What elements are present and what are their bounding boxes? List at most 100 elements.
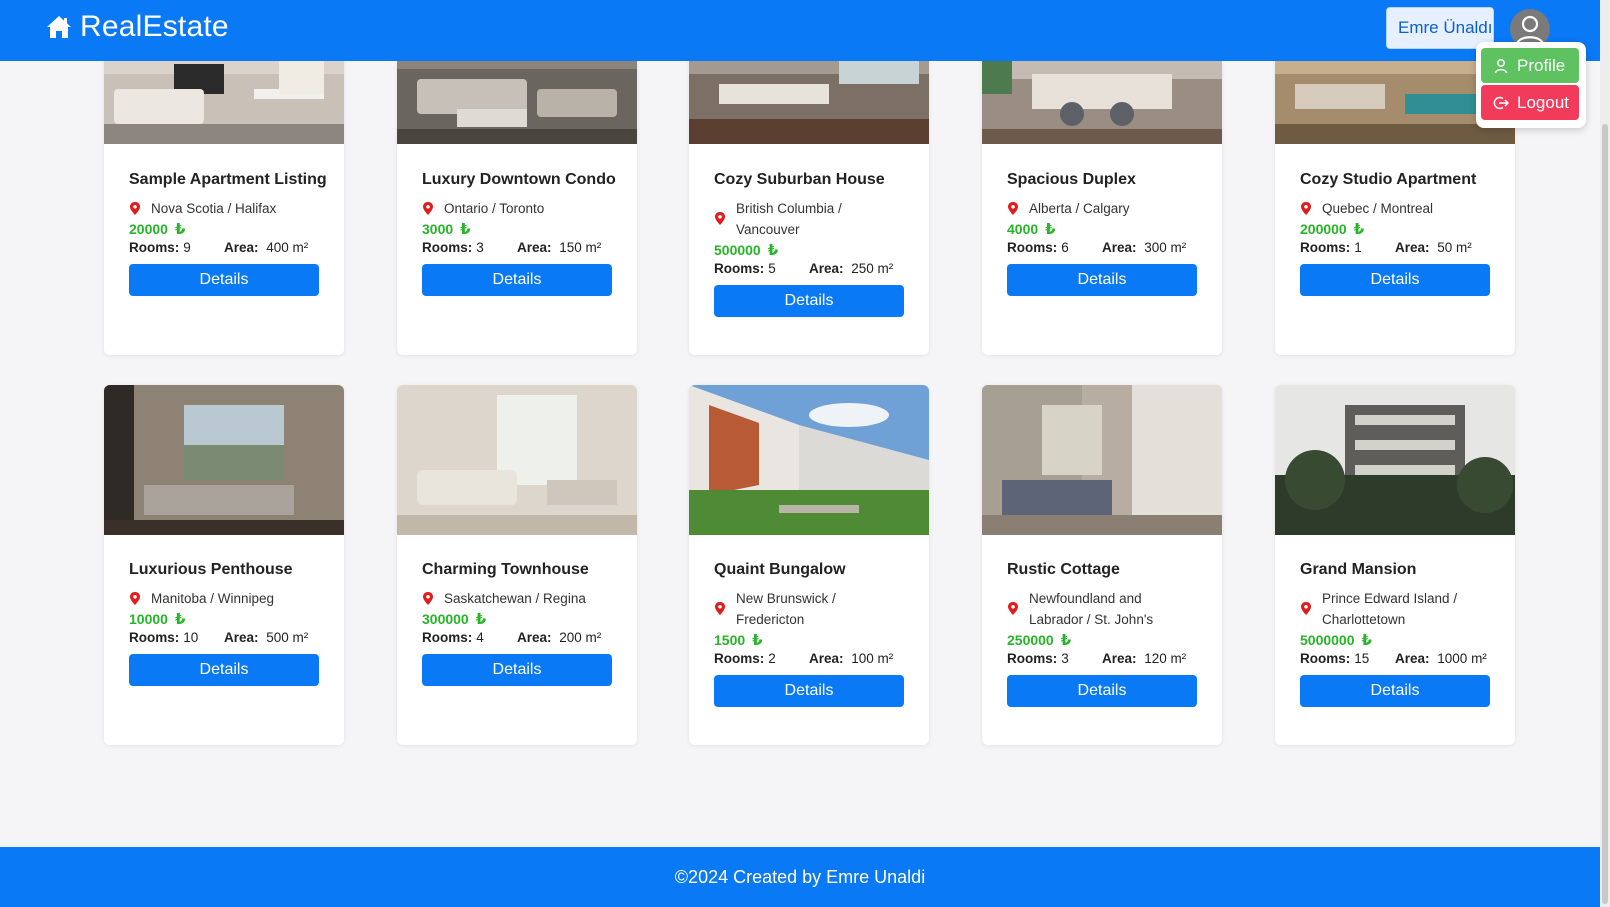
scrollbar-thumb[interactable] <box>1602 124 1608 904</box>
details-button[interactable]: Details <box>1300 264 1490 296</box>
profile-label: Profile <box>1517 55 1566 75</box>
lira-icon: ₺ <box>752 632 763 649</box>
listing-meta: Rooms: 3 Area: 120 m² <box>1007 651 1198 666</box>
rooms-value: 4 <box>476 630 484 645</box>
listing-meta: Rooms: 10 Area: 500 m² <box>129 630 320 645</box>
footer: ©2024 Created by Emre Unaldi <box>0 847 1600 907</box>
rooms-value: 9 <box>183 240 191 255</box>
area-label: Area: <box>1395 240 1430 255</box>
location-text: Ontario / Toronto <box>444 201 545 216</box>
rooms-label: Rooms: <box>714 261 765 276</box>
listing-price: 500000 ₺ <box>714 241 905 259</box>
details-button[interactable]: Details <box>422 264 612 296</box>
brand-name: RealEstate <box>80 10 229 43</box>
listing-price: 5000000 ₺ <box>1300 631 1491 649</box>
rooms-label: Rooms: <box>422 240 473 255</box>
listing-photo <box>397 385 637 535</box>
listing-photo <box>689 385 929 535</box>
price-value: 5000000 <box>1300 632 1355 648</box>
area-label: Area: <box>1102 651 1137 666</box>
rooms-label: Rooms: <box>1300 240 1351 255</box>
area-label: Area: <box>1395 651 1430 666</box>
rooms-label: Rooms: <box>1300 651 1351 666</box>
area-label: Area: <box>1102 240 1137 255</box>
details-button[interactable]: Details <box>714 675 904 707</box>
area-value: 100 m² <box>851 651 894 666</box>
listing-card: Charming Townhouse Saskatchewan / Regina… <box>397 385 637 745</box>
location-text: Alberta / Calgary <box>1029 201 1130 216</box>
price-value: 20000 <box>129 221 168 237</box>
listing-price: 300000 ₺ <box>422 610 613 628</box>
lira-icon: ₺ <box>1353 221 1365 238</box>
listing-meta: Rooms: 9 Area: 400 m² <box>129 240 320 255</box>
price-value: 300000 <box>422 611 469 627</box>
listing-photo <box>104 385 344 535</box>
map-pin-icon <box>1301 602 1311 615</box>
rooms-label: Rooms: <box>1007 651 1058 666</box>
details-button[interactable]: Details <box>1300 675 1490 707</box>
rooms-value: 5 <box>768 261 776 276</box>
listing-photo <box>1275 385 1515 535</box>
area-value: 150 m² <box>559 240 602 255</box>
area-label: Area: <box>224 630 259 645</box>
location-text: New Brunswick / Fredericton <box>736 591 836 627</box>
listing-price: 3000 ₺ <box>422 220 613 238</box>
map-pin-icon <box>423 591 433 605</box>
lira-icon: ₺ <box>475 611 487 628</box>
details-button[interactable]: Details <box>422 654 612 686</box>
location-text: Saskatchewan / Regina <box>444 591 586 606</box>
profile-button[interactable]: Profile <box>1481 48 1579 83</box>
area-value: 200 m² <box>559 630 602 645</box>
user-name-button[interactable]: Emre Ünaldı <box>1386 7 1494 49</box>
lira-icon: ₺ <box>174 221 186 238</box>
listing-location: Manitoba / Winnipeg <box>129 588 320 609</box>
location-text: Nova Scotia / Halifax <box>151 201 277 216</box>
details-button[interactable]: Details <box>714 285 904 317</box>
area-label: Area: <box>517 630 552 645</box>
lira-icon: ₺ <box>1045 221 1056 238</box>
map-pin-icon <box>423 201 433 215</box>
listing-title: Cozy Suburban House <box>714 171 885 188</box>
map-pin-icon <box>1301 201 1311 215</box>
area-value: 300 m² <box>1144 240 1187 255</box>
listing-price: 200000 ₺ <box>1300 220 1491 238</box>
area-value: 120 m² <box>1144 651 1187 666</box>
listing-meta: Rooms: 3 Area: 150 m² <box>422 240 613 255</box>
listing-title: Spacious Duplex <box>1007 171 1136 188</box>
area-value: 1000 m² <box>1437 651 1487 666</box>
rooms-label: Rooms: <box>1007 240 1058 255</box>
listing-title: Rustic Cottage <box>1007 561 1120 578</box>
listing-card: Grand Mansion Prince Edward Island / Cha… <box>1275 385 1515 745</box>
rooms-label: Rooms: <box>129 630 180 645</box>
rooms-value: 15 <box>1354 651 1370 666</box>
listing-location: Newfoundland and Labrador / St. John's <box>1007 588 1198 630</box>
details-button[interactable]: Details <box>129 654 319 686</box>
location-text: Prince Edward Island / Charlottetown <box>1322 591 1458 627</box>
listing-price: 10000 ₺ <box>129 610 320 628</box>
listing-meta: Rooms: 5 Area: 250 m² <box>714 261 905 276</box>
details-button[interactable]: Details <box>1007 264 1197 296</box>
listing-card: Rustic Cottage Newfoundland and Labrador… <box>982 385 1222 745</box>
price-value: 1500 <box>714 632 746 648</box>
price-value: 200000 <box>1300 221 1347 237</box>
listing-title: Quaint Bungalow <box>714 561 846 578</box>
area-value: 400 m² <box>266 240 309 255</box>
price-value: 500000 <box>714 242 761 258</box>
price-value: 4000 <box>1007 221 1039 237</box>
home-icon <box>47 16 71 38</box>
page-scrollbar[interactable] <box>1600 0 1610 907</box>
rooms-value: 10 <box>183 630 199 645</box>
area-value: 250 m² <box>851 261 894 276</box>
lira-icon: ₺ <box>767 242 779 259</box>
map-pin-icon <box>130 591 140 605</box>
listing-title: Cozy Studio Apartment <box>1300 171 1477 188</box>
listing-location: Quebec / Montreal <box>1300 198 1491 219</box>
details-button[interactable]: Details <box>1007 675 1197 707</box>
logout-button[interactable]: Logout <box>1481 85 1579 120</box>
price-value: 10000 <box>129 611 168 627</box>
user-menu-dropdown: Profile Logout <box>1476 42 1586 128</box>
details-button[interactable]: Details <box>129 264 319 296</box>
brand-link[interactable]: RealEstate <box>46 10 229 44</box>
listing-location: British Columbia / Vancouver <box>714 198 905 240</box>
location-text: British Columbia / Vancouver <box>736 201 842 237</box>
